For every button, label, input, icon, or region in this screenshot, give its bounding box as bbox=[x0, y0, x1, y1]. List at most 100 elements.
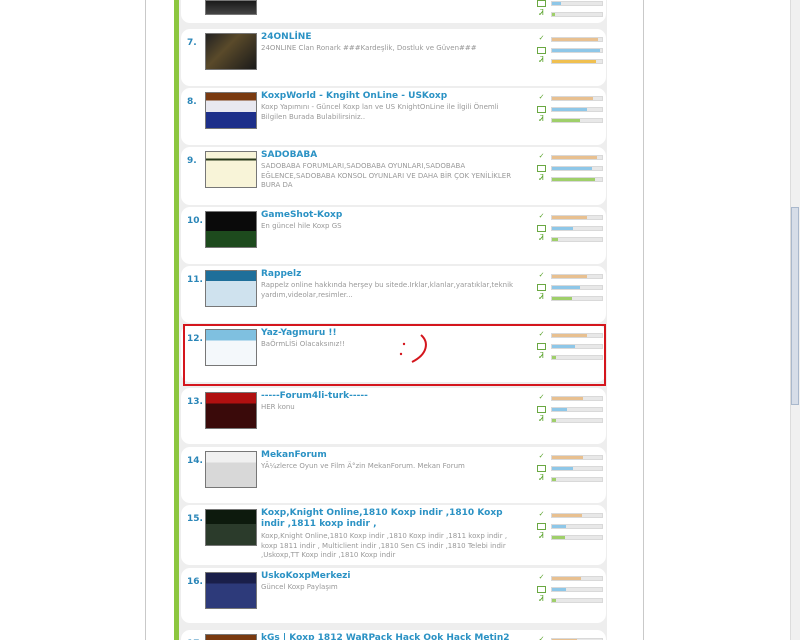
site-thumbnail[interactable] bbox=[205, 509, 257, 546]
stat-bar bbox=[551, 155, 603, 160]
vote-check-icon: ✓ bbox=[538, 93, 545, 101]
site-description: Koxp Yapımını - Güncel Koxp lan ve US Kn… bbox=[261, 103, 499, 121]
list-item: 9. SADOBABA SADOBABA FORUMLARI,SADOBABA OY… bbox=[181, 147, 606, 205]
site-description: 24ONLINE Clan Ronark ###Kardeşlik, Dostl… bbox=[261, 44, 477, 52]
site-description: Rappelz online hakkında herşey bu sitede… bbox=[261, 281, 514, 299]
stat-row: Ꮨ bbox=[537, 415, 603, 426]
stat-bar bbox=[551, 107, 603, 112]
stat-bar bbox=[551, 466, 603, 471]
rank-number: 11. bbox=[187, 275, 203, 285]
flask-icon: Ꮨ bbox=[539, 173, 544, 182]
site-thumbnail[interactable] bbox=[205, 634, 257, 640]
rank-number: 13. bbox=[187, 397, 203, 407]
site-thumbnail[interactable] bbox=[205, 0, 257, 15]
stat-bar-fill bbox=[552, 227, 573, 230]
flask-icon: Ꮨ bbox=[539, 114, 544, 123]
stat-bar bbox=[551, 535, 603, 540]
stat-row: ✓ bbox=[537, 212, 603, 223]
site-title-link[interactable]: MekanForum bbox=[261, 450, 523, 461]
stat-bar bbox=[551, 237, 603, 242]
site-stats: ✓Ꮨ bbox=[537, 93, 603, 126]
site-description: SADOBABA FORUMLARI,SADOBABA OYUNLARI,SAD… bbox=[261, 162, 512, 189]
site-title-link[interactable]: -----Forum4li-turk----- bbox=[261, 391, 523, 402]
envelope-icon bbox=[537, 586, 546, 593]
highlight-box bbox=[183, 324, 606, 386]
stat-row: Ꮨ bbox=[537, 474, 603, 485]
stat-row: ✓ bbox=[537, 152, 603, 163]
site-title-link[interactable]: SADOBABA bbox=[261, 150, 523, 161]
rank-number: 7. bbox=[187, 38, 197, 48]
stat-bar-fill bbox=[552, 514, 582, 517]
stat-row: Ꮨ bbox=[537, 595, 603, 606]
flask-icon: Ꮨ bbox=[539, 55, 544, 64]
stat-row: Ꮨ bbox=[537, 293, 603, 304]
list-item: 11. Rappelz Rappelz online hakkında herşey… bbox=[181, 266, 606, 323]
stat-bar-fill bbox=[552, 536, 565, 539]
site-stats: ✓Ꮨ bbox=[537, 510, 603, 543]
site-thumbnail[interactable] bbox=[205, 92, 257, 129]
stat-bar bbox=[551, 513, 603, 518]
stat-bar bbox=[551, 477, 603, 482]
site-thumbnail[interactable] bbox=[205, 151, 257, 188]
site-title-link[interactable]: UskoKoxpMerkezi bbox=[261, 571, 523, 582]
stat-row: Ꮨ bbox=[537, 56, 603, 67]
site-title-link[interactable]: GameShot-Koxp bbox=[261, 210, 523, 221]
stat-bar-fill bbox=[552, 456, 583, 459]
envelope-icon bbox=[537, 523, 546, 530]
site-thumbnail[interactable] bbox=[205, 33, 257, 70]
site-stats: ✓Ꮨ bbox=[537, 635, 603, 640]
list-item: 13. -----Forum4li-turk----- HER konu ✓ Ꮨ bbox=[181, 388, 606, 444]
stat-bar bbox=[551, 215, 603, 220]
stat-row bbox=[537, 521, 603, 532]
stat-bar bbox=[551, 576, 603, 581]
stat-row: ✓ bbox=[537, 93, 603, 104]
vote-check-icon: ✓ bbox=[538, 452, 545, 460]
site-title-link[interactable]: Koxp,Knight Online,1810 Koxp indir ,1810… bbox=[261, 508, 523, 530]
site-thumbnail[interactable] bbox=[205, 572, 257, 609]
site-title-link[interactable]: 24ONLİNE bbox=[261, 32, 523, 43]
stat-row: ✓ bbox=[537, 635, 603, 640]
site-title-link[interactable]: KoxpWorld - Kngiht OnLine - USKoxp bbox=[261, 91, 523, 102]
site-stats: ✓Ꮨ bbox=[537, 452, 603, 485]
stat-row: Ꮨ bbox=[537, 532, 603, 543]
stat-bar-fill bbox=[552, 478, 556, 481]
stat-bar-fill bbox=[552, 216, 587, 219]
stat-row: ✓ bbox=[537, 573, 603, 584]
smiley-scribble bbox=[399, 334, 427, 363]
vote-check-icon: ✓ bbox=[538, 212, 545, 220]
stat-bar bbox=[551, 96, 603, 101]
stat-bar bbox=[551, 48, 603, 53]
stat-bar-fill bbox=[552, 275, 587, 278]
vote-check-icon: ✓ bbox=[538, 635, 545, 640]
list-item: 14. MekanForum YÃ¼zlerce Oyun ve Film Ä°zi… bbox=[181, 447, 606, 503]
stat-bar-fill bbox=[552, 297, 572, 300]
site-thumbnail[interactable] bbox=[205, 392, 257, 429]
site-thumbnail[interactable] bbox=[205, 451, 257, 488]
list-item: 15. Koxp,Knight Online,1810 Koxp indir ,1… bbox=[181, 505, 606, 565]
site-title-link[interactable]: kGs | Koxp 1812 WaRPack Hack Ook Hack Me… bbox=[261, 633, 523, 640]
site-stats: ✓Ꮨ bbox=[537, 152, 603, 185]
stat-bar bbox=[551, 274, 603, 279]
site-title-link[interactable]: Rappelz bbox=[261, 269, 523, 280]
stat-bar-fill bbox=[552, 588, 566, 591]
list-item: 7. 24ONLİNE 24ONLINE Clan Ronark ###Kardeş… bbox=[181, 29, 606, 86]
envelope-icon bbox=[537, 465, 546, 472]
stat-row: ✓ bbox=[537, 393, 603, 404]
page: Ꮨ 7. 24ONLİNE 24ONLINE Clan Ronark ###Kard… bbox=[0, 0, 790, 640]
list-item-partial: Ꮨ bbox=[181, 0, 606, 23]
stat-bar-fill bbox=[552, 525, 566, 528]
site-thumbnail[interactable] bbox=[205, 270, 257, 307]
scrollbar-thumb[interactable] bbox=[791, 207, 799, 405]
envelope-icon bbox=[537, 284, 546, 291]
stat-bar-fill bbox=[552, 178, 595, 181]
stat-bar-fill bbox=[552, 156, 597, 159]
site-thumbnail[interactable] bbox=[205, 211, 257, 248]
stat-bar bbox=[551, 166, 603, 171]
stat-bar bbox=[551, 455, 603, 460]
stat-bar bbox=[551, 587, 603, 592]
list-item: 8. KoxpWorld - Kngiht OnLine - USKoxp Koxp… bbox=[181, 88, 606, 145]
stat-bar-fill bbox=[552, 119, 580, 122]
vote-check-icon: ✓ bbox=[538, 510, 545, 518]
flask-icon: Ꮨ bbox=[539, 8, 544, 17]
rank-number: 10. bbox=[187, 216, 203, 226]
